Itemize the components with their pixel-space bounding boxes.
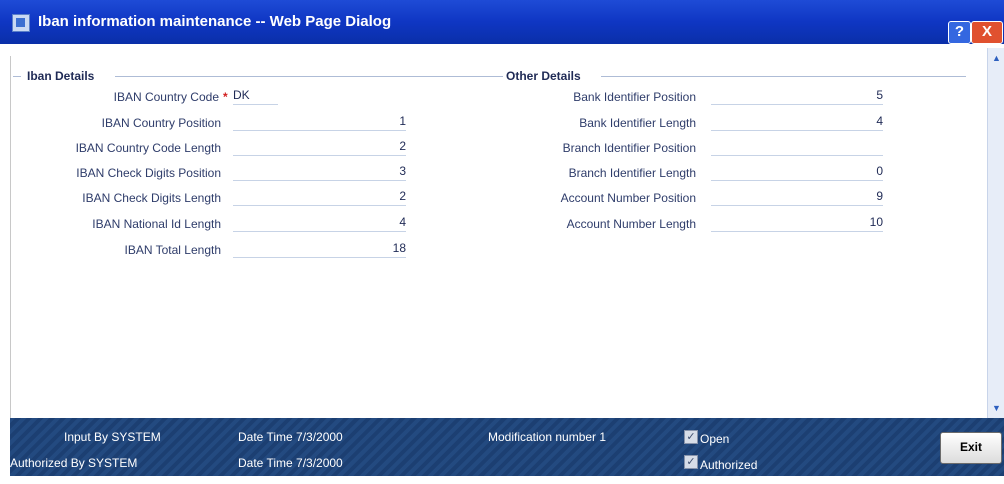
scroll-up-arrow-icon[interactable]: ▲ [988, 52, 1004, 64]
branch-identifier-position-field[interactable] [711, 137, 883, 156]
vertical-scrollbar[interactable]: ▲ ▼ [987, 48, 1004, 418]
iban-national-id-length-field[interactable]: 4 [233, 213, 406, 232]
title-bar: Iban information maintenance -- Web Page… [0, 0, 1004, 44]
authorized-checkbox-label: Authorized [700, 458, 758, 472]
account-number-position-field[interactable]: 9 [711, 187, 883, 206]
section-divider [601, 76, 966, 77]
iban-check-digits-length-label: IBAN Check Digits Length [82, 191, 221, 205]
required-marker: * [223, 90, 228, 104]
close-button[interactable]: X [971, 21, 1003, 44]
other-details-header: Other Details [506, 69, 581, 83]
dialog-content: Iban Details Other Details IBAN Country … [10, 56, 988, 418]
iban-country-code-length-field[interactable]: 2 [233, 137, 406, 156]
modification-number-text: Modification number 1 [488, 430, 607, 444]
audit-footer: Input By SYSTEM Date Time 7/3/2000 Autho… [10, 418, 1004, 476]
input-datetime-text: Date Time 7/3/2000 [238, 430, 343, 444]
account-number-position-label: Account Number Position [560, 191, 696, 205]
iban-country-position-label: IBAN Country Position [101, 116, 221, 130]
branch-identifier-position-label: Branch Identifier Position [562, 141, 696, 155]
authorized-checkbox[interactable]: ✓ [684, 455, 698, 469]
branch-identifier-length-label: Branch Identifier Length [568, 166, 696, 180]
open-checkbox-label: Open [700, 432, 730, 446]
window-title: Iban information maintenance -- Web Page… [38, 13, 392, 30]
branch-identifier-length-field[interactable]: 0 [711, 162, 883, 181]
iban-total-length-field[interactable]: 18 [233, 239, 406, 258]
dialog-window-icon [12, 14, 30, 32]
iban-total-length-label: IBAN Total Length [124, 243, 221, 257]
authorized-by-text: Authorized By SYSTEM [10, 456, 138, 470]
section-divider [115, 76, 495, 77]
iban-check-digits-position-label: IBAN Check Digits Position [76, 166, 221, 180]
iban-country-position-field[interactable]: 1 [233, 112, 406, 131]
iban-details-header: Iban Details [27, 69, 95, 83]
iban-check-digits-length-field[interactable]: 2 [233, 187, 406, 206]
iban-national-id-length-label: IBAN National Id Length [92, 217, 221, 231]
section-divider [495, 76, 503, 77]
iban-check-digits-position-field[interactable]: 3 [233, 162, 406, 181]
account-number-length-label: Account Number Length [566, 217, 696, 231]
open-checkbox[interactable]: ✓ [684, 430, 698, 444]
iban-country-code-length-label: IBAN Country Code Length [75, 141, 221, 155]
exit-button[interactable]: Exit [940, 432, 1002, 464]
account-number-length-field[interactable]: 10 [711, 213, 883, 232]
authorized-datetime-text: Date Time 7/3/2000 [238, 456, 343, 470]
bank-identifier-position-field[interactable]: 5 [711, 86, 883, 105]
bank-identifier-length-label: Bank Identifier Length [579, 116, 696, 130]
iban-country-code-label: IBAN Country Code [113, 90, 219, 104]
section-divider [13, 76, 21, 77]
input-by-text: Input By SYSTEM [64, 430, 161, 444]
bank-identifier-length-field[interactable]: 4 [711, 112, 883, 131]
scroll-down-arrow-icon[interactable]: ▼ [988, 402, 1004, 414]
help-button[interactable]: ? [948, 21, 971, 44]
bank-identifier-position-label: Bank Identifier Position [573, 90, 696, 104]
iban-country-code-field[interactable]: DK [233, 86, 278, 105]
